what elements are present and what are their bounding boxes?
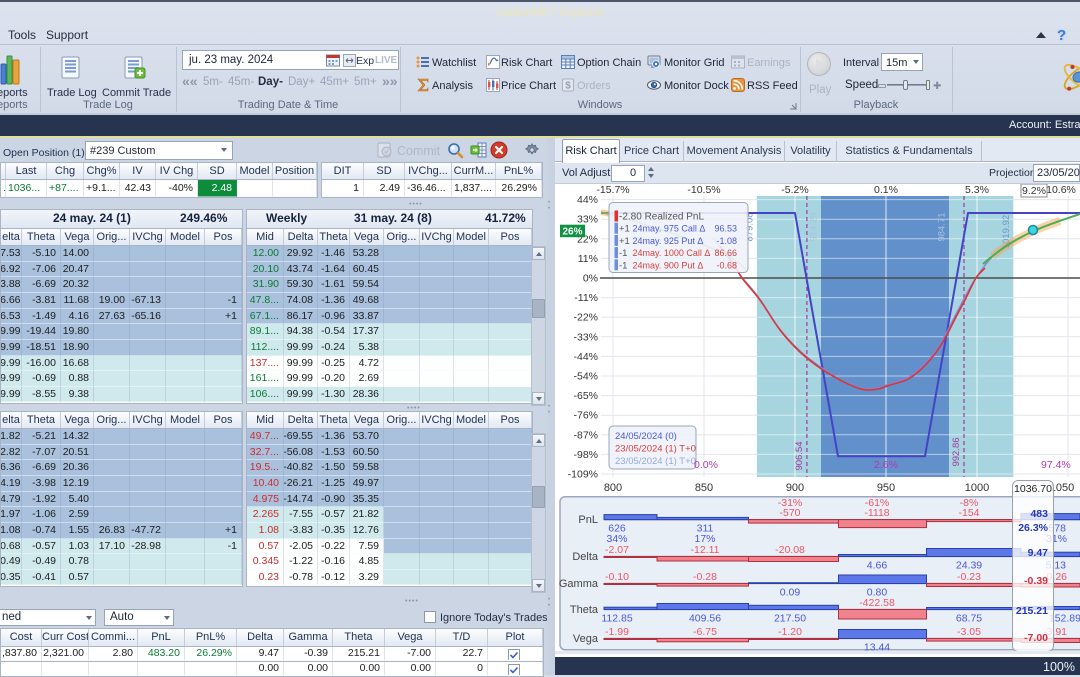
svg-text:-76%: -76% — [573, 410, 598, 422]
svg-text:+1: +1 — [619, 224, 630, 235]
svg-text:-1: -1 — [619, 260, 627, 271]
svg-text:0%: 0% — [583, 273, 598, 285]
svg-text:950: 950 — [877, 482, 895, 494]
svg-text:800: 800 — [604, 482, 622, 494]
svg-text:900: 900 — [786, 482, 804, 494]
svg-text:86.66: 86.66 — [714, 248, 737, 258]
svg-text:-1: -1 — [619, 248, 627, 259]
svg-text:-0.10: -0.10 — [605, 571, 629, 583]
svg-text:1000: 1000 — [965, 482, 989, 494]
svg-text:-20.08: -20.08 — [775, 544, 805, 556]
svg-text:97.4%: 97.4% — [1041, 459, 1071, 471]
svg-text:-54%: -54% — [573, 371, 598, 383]
svg-text:26%: 26% — [562, 227, 582, 238]
svg-text:992.86: 992.86 — [951, 437, 962, 466]
svg-text:$: $ — [565, 81, 571, 92]
svg-text:409.56: 409.56 — [689, 613, 721, 625]
svg-text:-2.07: -2.07 — [605, 544, 629, 556]
svg-text:112.85: 112.85 — [601, 613, 632, 625]
svg-text:2.6%: 2.6% — [874, 459, 898, 471]
svg-text:-65%: -65% — [573, 390, 598, 402]
svg-text:-98%: -98% — [573, 449, 598, 461]
svg-text:-2.80 Realized PnL: -2.80 Realized PnL — [619, 212, 704, 223]
svg-text:-422.58: -422.58 — [859, 597, 895, 609]
svg-text:24.39: 24.39 — [956, 560, 982, 572]
svg-text:0.09: 0.09 — [780, 587, 801, 599]
svg-text:24may. 900 Put Δ: 24may. 900 Put Δ — [633, 260, 704, 270]
svg-text:11%: 11% — [578, 253, 598, 265]
svg-text:Delta: Delta — [572, 551, 599, 563]
svg-text:24may. 975 Call Δ: 24may. 975 Call Δ — [633, 224, 706, 234]
svg-text:44%: 44% — [577, 194, 598, 206]
svg-text:23/05/2024 (1) T+0: 23/05/2024 (1) T+0 — [615, 444, 696, 455]
svg-text:217.50: 217.50 — [774, 613, 806, 625]
svg-text:24may. 925 Put Δ: 24may. 925 Put Δ — [633, 236, 704, 246]
svg-text:-6.75: -6.75 — [693, 626, 717, 638]
svg-text:-44%: -44% — [573, 351, 598, 363]
svg-text:-570: -570 — [779, 507, 800, 519]
svg-text:984.71: 984.71 — [937, 212, 948, 241]
svg-text:24may. 1000 Call Δ: 24may. 1000 Call Δ — [633, 248, 711, 258]
svg-text:68.75: 68.75 — [956, 613, 982, 625]
svg-text:-10.5%: -10.5% — [687, 184, 720, 196]
svg-text:850: 850 — [695, 482, 713, 494]
svg-text:9.2%: 9.2% — [1022, 185, 1046, 197]
svg-text:PnL: PnL — [578, 514, 598, 526]
svg-text:+1: +1 — [619, 236, 630, 247]
svg-text:-3.05: -3.05 — [957, 626, 981, 638]
svg-text:-0.23: -0.23 — [957, 571, 981, 583]
svg-text:906.54: 906.54 — [794, 441, 805, 470]
svg-text:0.1%: 0.1% — [874, 184, 898, 196]
svg-text:-22%: -22% — [573, 312, 598, 324]
svg-text:-109%: -109% — [568, 469, 598, 481]
svg-text:-33%: -33% — [573, 331, 598, 343]
svg-text:10.6%: 10.6% — [1046, 184, 1076, 196]
svg-text:914.29: 914.29 — [809, 212, 820, 241]
svg-text:-87%: -87% — [573, 429, 598, 441]
svg-text:-5.2%: -5.2% — [781, 184, 808, 196]
svg-text:23/05/2024 (1) T+0: 23/05/2024 (1) T+0 — [615, 456, 696, 467]
svg-text:-1.08: -1.08 — [716, 236, 737, 246]
svg-text:24/05/2024 (0): 24/05/2024 (0) — [615, 431, 677, 442]
svg-text:33%: 33% — [577, 214, 598, 226]
svg-text:Theta: Theta — [570, 604, 599, 616]
svg-text:-11%: -11% — [574, 292, 598, 304]
svg-text:-15.7%: -15.7% — [596, 184, 629, 196]
svg-text:96.53: 96.53 — [714, 224, 737, 234]
svg-text:-0.68: -0.68 — [716, 260, 737, 270]
svg-text:-154: -154 — [958, 507, 979, 519]
svg-text:Gamma: Gamma — [559, 578, 599, 590]
svg-text:-12.11: -12.11 — [691, 544, 720, 556]
svg-text:-1118: -1118 — [864, 507, 889, 519]
svg-text:0.0%: 0.0% — [694, 459, 718, 471]
svg-text:5.3%: 5.3% — [965, 184, 989, 196]
svg-text:-0.28: -0.28 — [693, 571, 717, 583]
svg-text:-1.20: -1.20 — [778, 626, 802, 638]
svg-text:-1.99: -1.99 — [605, 626, 629, 638]
svg-text:4.66: 4.66 — [867, 560, 888, 572]
svg-text:Vega: Vega — [573, 633, 599, 645]
